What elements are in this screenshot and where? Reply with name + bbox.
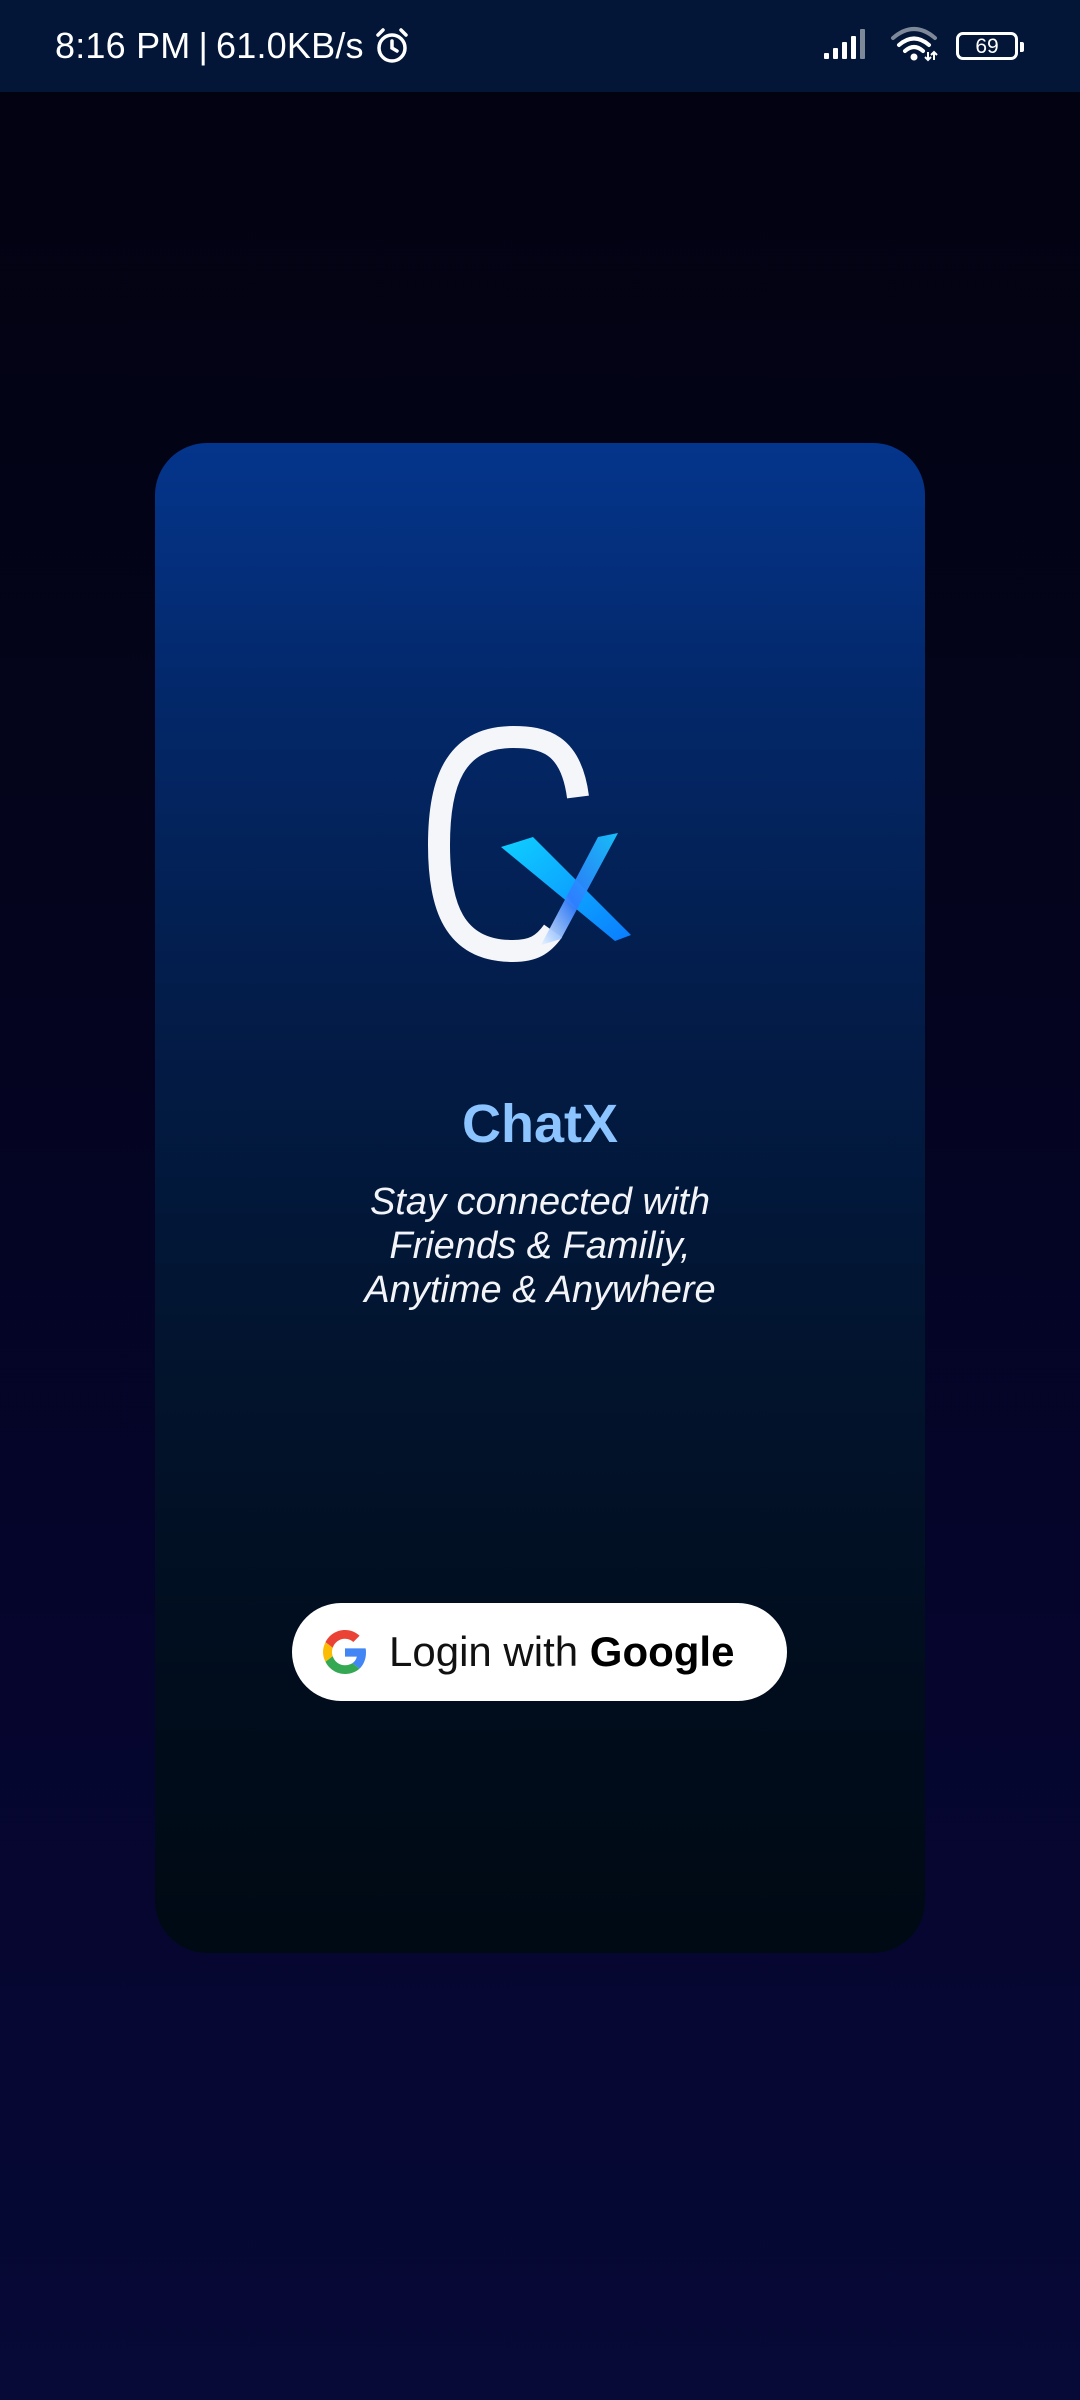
chatx-logo	[403, 725, 663, 965]
battery-level: 69	[975, 34, 999, 58]
login-provider: Google	[589, 1628, 735, 1675]
login-card: ChatX Stay connected with Friends & Fami…	[155, 443, 925, 1953]
login-button-label: Login with Google	[389, 1628, 734, 1676]
status-left: 8:16 PM | 61.0KB/s	[55, 0, 412, 92]
alarm-icon	[372, 26, 412, 66]
tagline-line-3: Anytime & Anywhere	[364, 1269, 716, 1311]
status-time: 8:16 PM	[55, 25, 191, 66]
signal-icon	[822, 27, 872, 66]
status-bar: 8:16 PM | 61.0KB/s 69	[0, 0, 1080, 92]
google-login-button[interactable]: Login with Google	[292, 1603, 787, 1701]
status-separator: |	[198, 25, 209, 66]
app-tagline: Stay connected with Friends & Familiy, A…	[155, 1180, 925, 1312]
tagline-line-2: Friends & Familiy,	[389, 1225, 691, 1267]
app-title: ChatX	[461, 1094, 618, 1154]
login-prefix: Login with	[389, 1628, 579, 1675]
battery-icon: 69	[956, 32, 1024, 60]
status-network-speed: 61.0KB/s	[216, 25, 364, 66]
wifi-icon	[890, 26, 938, 67]
tagline-line-1: Stay connected with	[369, 1181, 711, 1223]
status-right: 69	[822, 0, 1024, 92]
google-icon	[323, 1630, 367, 1674]
